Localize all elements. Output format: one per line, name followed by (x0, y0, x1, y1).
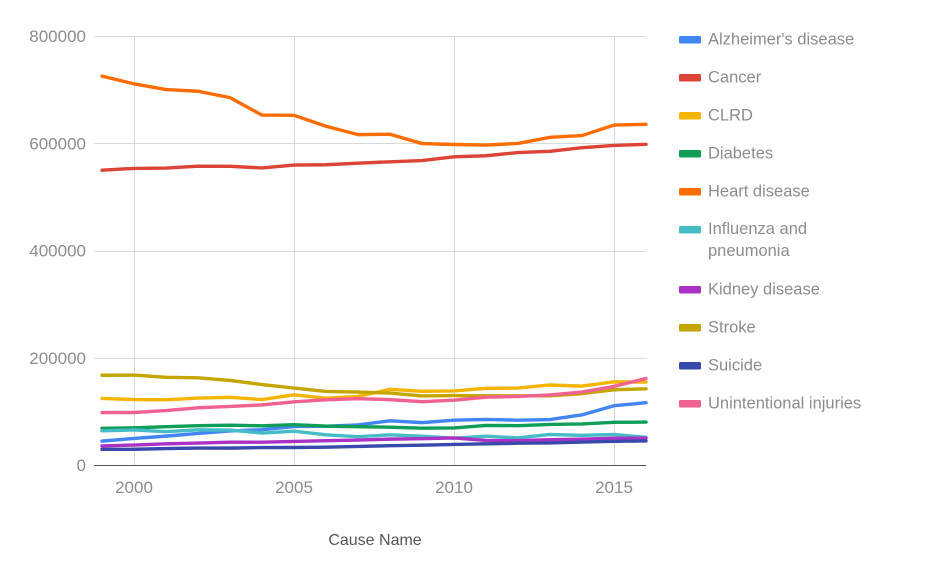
legend-label: Alzheimer's disease (708, 30, 854, 48)
legend-item[interactable]: Suicide (679, 356, 762, 374)
x-axis-tick-labels: 2000 2005 2010 2015 (115, 478, 633, 497)
y-tick-label: 800000 (29, 27, 86, 46)
legend-swatch (679, 324, 701, 332)
legend-item[interactable]: Stroke (679, 318, 756, 336)
x-tick-label: 2015 (595, 478, 633, 497)
legend: Alzheimer's disease Cancer CLRD Diabetes Hea… (679, 30, 861, 412)
legend-label: Kidney disease (708, 280, 820, 298)
legend-item[interactable]: Influenza and pneumonia (679, 220, 807, 260)
legend-label: Diabetes (708, 144, 773, 162)
line-chart: 0200000400000600000800000 2000 2005 2010 20… (29, 27, 861, 549)
x-axis-title: Cause Name (328, 532, 421, 549)
legend-swatch (679, 112, 701, 120)
legend-label: Cancer (708, 68, 762, 86)
legend-swatch (679, 188, 701, 196)
y-tick-label: 600000 (29, 134, 86, 153)
series-line (100, 142, 648, 172)
legend-item[interactable]: Cancer (679, 68, 762, 86)
legend-item[interactable]: Alzheimer's disease (679, 30, 854, 48)
series-line (100, 380, 648, 402)
y-axis-tick-labels: 0 200000 400000 600000 800000 (29, 27, 86, 475)
legend-swatch (679, 400, 701, 408)
legend-swatch (679, 36, 701, 44)
legend-label: Suicide (708, 356, 762, 374)
legend-label: CLRD (708, 106, 753, 124)
line-chart-container: 0 200000 400000 600000 800000 2000 2005 2010 20… (0, 0, 938, 580)
legend-swatch (679, 286, 701, 294)
y-tick-label: 0 (77, 456, 86, 475)
y-tick-label: 400000 (29, 242, 86, 261)
legend-item[interactable]: Diabetes (679, 144, 773, 162)
legend-item[interactable]: Kidney disease (679, 280, 820, 298)
legend-swatch (679, 226, 701, 234)
legend-label: Heart disease (708, 182, 810, 200)
series-line (100, 74, 648, 147)
x-tick-label: 2000 (115, 478, 153, 497)
legend-label: Influenza and pneumonia (708, 220, 807, 260)
y-tick-label: 200000 (29, 349, 86, 368)
series-lines (100, 74, 648, 452)
legend-label: Stroke (708, 318, 756, 336)
legend-swatch (679, 74, 701, 82)
legend-item[interactable]: Unintentional injuries (679, 394, 861, 412)
legend-swatch (679, 362, 701, 370)
legend-item[interactable]: Heart disease (679, 182, 810, 200)
x-tick-label: 2010 (435, 478, 473, 497)
x-tick-label: 2005 (275, 478, 313, 497)
legend-label: Unintentional injuries (708, 394, 861, 412)
legend-swatch (679, 150, 701, 158)
legend-item[interactable]: CLRD (679, 106, 753, 124)
